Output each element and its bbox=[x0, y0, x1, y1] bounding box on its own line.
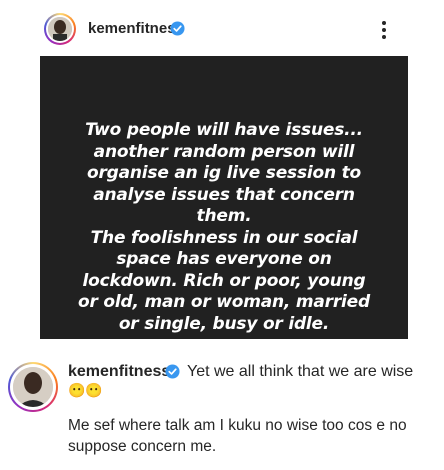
profile-avatar[interactable] bbox=[44, 13, 76, 45]
post-line: Two people will have issues... bbox=[85, 120, 363, 140]
post-line: another random person will bbox=[93, 141, 355, 162]
post-header: kemenfitness bbox=[0, 0, 444, 58]
post-line: analyse issues that concern bbox=[93, 184, 355, 205]
post-line: or single, busy or idle. bbox=[118, 313, 330, 334]
comment-avatar-photo bbox=[13, 367, 53, 407]
emoji-text: 😶😶 bbox=[68, 382, 103, 398]
post-line: organise an ig live session to bbox=[86, 163, 361, 183]
comment-username[interactable]: kemenfitness bbox=[68, 363, 170, 381]
comment-caption: Yet we all think that we are wise bbox=[187, 363, 414, 380]
comment-avatar[interactable] bbox=[8, 362, 58, 412]
post-line: or old, man or woman, married bbox=[78, 292, 370, 312]
post-line: space has everyone on bbox=[116, 249, 332, 269]
post-line: The foolishness in our social bbox=[90, 227, 358, 248]
more-options-icon[interactable] bbox=[378, 18, 390, 42]
post-line: them. bbox=[196, 206, 252, 226]
verified-badge-icon bbox=[165, 364, 180, 379]
verified-badge-icon bbox=[170, 21, 185, 36]
post-line: lockdown. Rich or poor, young bbox=[82, 270, 366, 291]
reply-text: Me sef where talk am I kuku no wise too … bbox=[68, 417, 407, 455]
avatar-photo bbox=[48, 17, 72, 41]
post-text: Two people will have issues... another r… bbox=[40, 120, 408, 335]
post-image[interactable]: Two people will have issues... another r… bbox=[40, 56, 408, 339]
